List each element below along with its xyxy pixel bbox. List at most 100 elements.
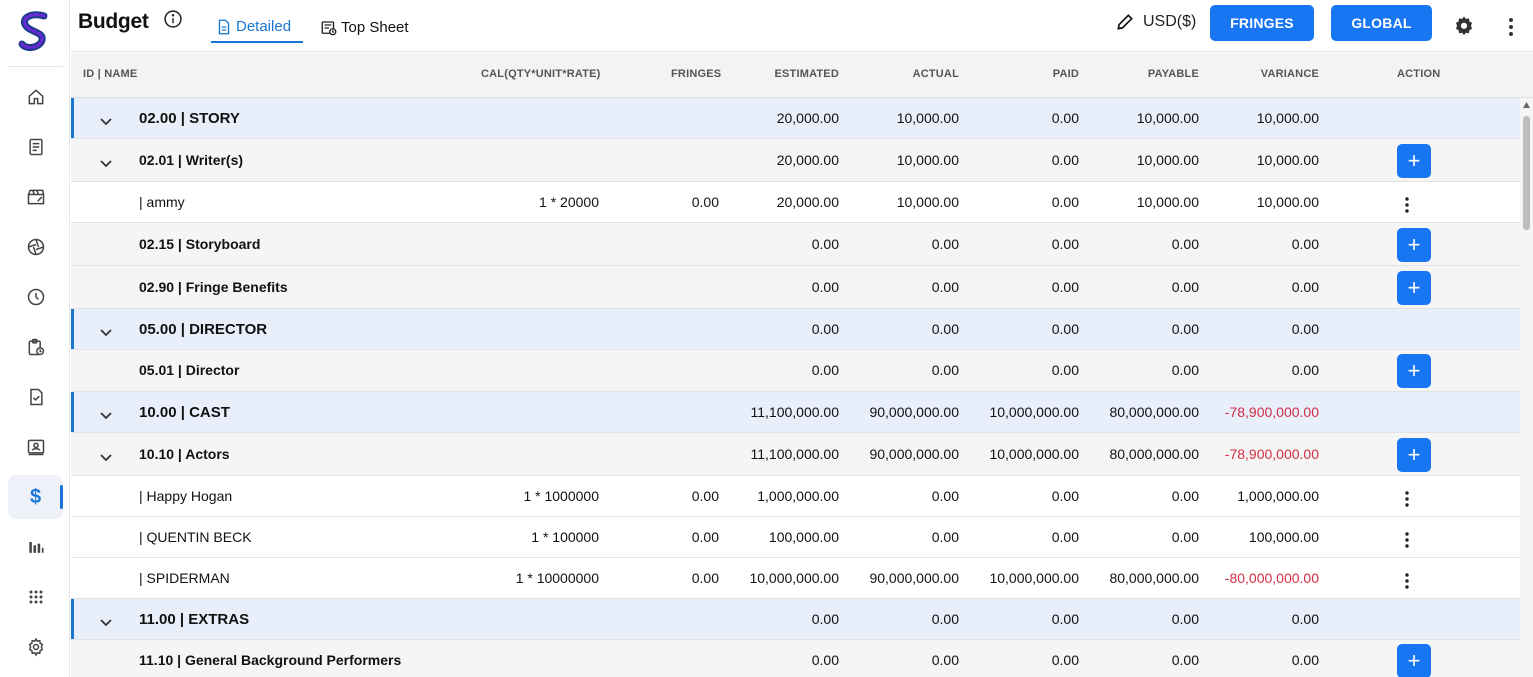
sidebar-item-home[interactable]	[8, 75, 63, 119]
pencil-icon	[1117, 14, 1133, 30]
plus-icon: +	[1407, 232, 1421, 257]
row-name: 11.10 | General Background Performers	[139, 652, 402, 668]
clipboard-clock-icon	[28, 338, 44, 356]
row-actual: 0.00	[931, 611, 959, 627]
table-row-detail[interactable]: | SPIDERMAN 1 * 10000000 0.00 10,000,000.00…	[71, 558, 1520, 599]
row-fringes[interactable]: 0.00	[639, 194, 719, 210]
row-estimated: 20,000.00	[776, 194, 839, 210]
table-row-detail[interactable]: | ammy 1 * 20000 0.00 20,000.00 10,000.00 0.0…	[71, 182, 1520, 223]
sidebar-item-callsheet[interactable]	[8, 325, 63, 369]
row-paid: 0.00	[1051, 321, 1079, 337]
column-header-variance: VARIANCE	[1260, 68, 1319, 80]
add-line-button[interactable]: +	[1397, 438, 1431, 472]
info-icon[interactable]	[163, 9, 183, 29]
fringes-button[interactable]: FRINGES	[1210, 5, 1314, 41]
sidebar-item-documents[interactable]	[8, 125, 63, 169]
row-variance: 0.00	[1291, 362, 1319, 378]
add-line-button[interactable]: +	[1397, 228, 1431, 262]
row-variance: 10,000.00	[1256, 152, 1319, 168]
chevron-down-icon[interactable]	[99, 157, 113, 171]
table-row-account[interactable]: 10.10 | Actors 11,100,000.00 90,000,000.00…	[71, 433, 1520, 476]
row-variance: 1,000,000.00	[1237, 488, 1319, 504]
more-vertical-icon[interactable]	[1403, 490, 1411, 508]
row-actual: 0.00	[931, 321, 959, 337]
column-header-fringes: FRINGES	[671, 68, 722, 80]
add-line-button[interactable]: +	[1397, 144, 1431, 178]
row-calculation[interactable]: 1 * 10000000	[479, 570, 599, 586]
table-row-category[interactable]: 10.00 | CAST 11,100,000.00 90,000,000.00 10…	[71, 392, 1520, 433]
more-vertical-icon[interactable]	[1403, 572, 1411, 590]
add-line-button[interactable]: +	[1397, 354, 1431, 388]
more-vertical-icon[interactable]	[1403, 531, 1411, 549]
row-variance: -78,900,000.00	[1224, 404, 1319, 420]
chevron-down-icon[interactable]	[99, 326, 113, 340]
add-line-button[interactable]: +	[1397, 644, 1431, 677]
sidebar-item-reports[interactable]	[8, 375, 63, 419]
chevron-down-icon[interactable]	[99, 409, 113, 423]
row-payable: 10,000.00	[1136, 152, 1199, 168]
chevron-down-icon[interactable]	[99, 451, 113, 465]
plus-icon: +	[1407, 442, 1421, 467]
sidebar-item-budget[interactable]: $	[8, 475, 63, 519]
contact-card-icon	[27, 439, 44, 456]
row-fringes[interactable]: 0.00	[639, 570, 719, 586]
row-calculation[interactable]: 1 * 20000	[479, 194, 599, 210]
column-header-payable: PAYABLE	[1147, 68, 1199, 80]
row-actual: 0.00	[931, 529, 959, 545]
table-row-account[interactable]: 11.10 | General Background Performers 0.0…	[71, 640, 1520, 677]
table-row-category[interactable]: 05.00 | DIRECTOR 0.00 0.00 0.00 0.00 0.00	[71, 309, 1520, 350]
row-actual: 0.00	[931, 652, 959, 668]
row-estimated: 100,000.00	[768, 529, 839, 545]
table-row-account[interactable]: 02.01 | Writer(s) 20,000.00 10,000.00 0.00 1…	[71, 139, 1520, 182]
row-payable: 0.00	[1171, 529, 1199, 545]
row-estimated: 0.00	[811, 321, 839, 337]
tab-detailed[interactable]: Detailed	[211, 12, 303, 43]
sidebar-item-analytics[interactable]	[8, 525, 63, 569]
more-vertical-icon[interactable]	[1505, 16, 1517, 38]
sidebar-item-schedule[interactable]	[8, 275, 63, 319]
row-payable: 0.00	[1171, 279, 1199, 295]
tab-label: Top Sheet	[341, 19, 409, 36]
chevron-down-icon[interactable]	[99, 616, 113, 630]
row-actual: 90,000,000.00	[869, 570, 959, 586]
sidebar-item-production[interactable]	[8, 175, 63, 219]
table-row-account[interactable]: 02.15 | Storyboard 0.00 0.00 0.00 0.00 0.00 +	[71, 223, 1520, 266]
row-fringes[interactable]: 0.00	[639, 488, 719, 504]
table-row-category[interactable]: 11.00 | EXTRAS 0.00 0.00 0.00 0.00 0.00	[71, 599, 1520, 640]
row-paid: 0.00	[1051, 488, 1079, 504]
table-row-detail[interactable]: | Happy Hogan 1 * 1000000 0.00 1,000,000.00…	[71, 476, 1520, 517]
row-fringes[interactable]: 0.00	[639, 529, 719, 545]
currency-label: USD($)	[1143, 13, 1197, 30]
settings-icon[interactable]	[1453, 15, 1475, 37]
clock-icon	[27, 288, 44, 306]
global-button[interactable]: GLOBAL	[1331, 5, 1432, 41]
table-row-account[interactable]: 05.01 | Director 0.00 0.00 0.00 0.00 0.00 +	[71, 350, 1520, 392]
add-line-button[interactable]: +	[1397, 271, 1431, 305]
currency-selector[interactable]: USD($)	[1115, 12, 1196, 32]
row-name: 05.01 | Director	[139, 362, 240, 378]
tab-top-sheet[interactable]: Top Sheet	[320, 12, 409, 43]
sidebar-item-contacts[interactable]	[8, 425, 63, 469]
table-row-account[interactable]: 02.90 | Fringe Benefits 0.00 0.00 0.00 0.00 0…	[71, 266, 1520, 309]
column-header-action: ACTION	[1397, 68, 1441, 80]
table-row-category[interactable]: 02.00 | STORY 20,000.00 10,000.00 0.00 10,00…	[71, 98, 1520, 139]
row-name: 02.00 | STORY	[139, 110, 240, 127]
sidebar-item-settings[interactable]	[8, 625, 63, 669]
row-payable: 0.00	[1171, 652, 1199, 668]
row-actual: 0.00	[931, 488, 959, 504]
row-actual: 0.00	[931, 236, 959, 252]
row-calculation[interactable]: 1 * 100000	[479, 529, 599, 545]
table-row-detail[interactable]: | QUENTIN BECK 1 * 100000 0.00 100,000.00 0.…	[71, 517, 1520, 558]
scrollbar-thumb[interactable]	[1523, 116, 1530, 230]
row-payable: 80,000,000.00	[1109, 446, 1199, 462]
more-vertical-icon[interactable]	[1403, 196, 1411, 214]
row-variance: 0.00	[1291, 279, 1319, 295]
document-icon	[28, 138, 43, 156]
sidebar-item-camera[interactable]	[8, 225, 63, 269]
scroll-up-icon[interactable]	[1522, 101, 1531, 109]
row-calculation[interactable]: 1 * 1000000	[479, 488, 599, 504]
chevron-down-icon[interactable]	[99, 115, 113, 129]
sheet-clock-icon	[321, 20, 337, 35]
sidebar-item-apps[interactable]	[8, 575, 63, 619]
app-logo[interactable]	[14, 10, 54, 54]
